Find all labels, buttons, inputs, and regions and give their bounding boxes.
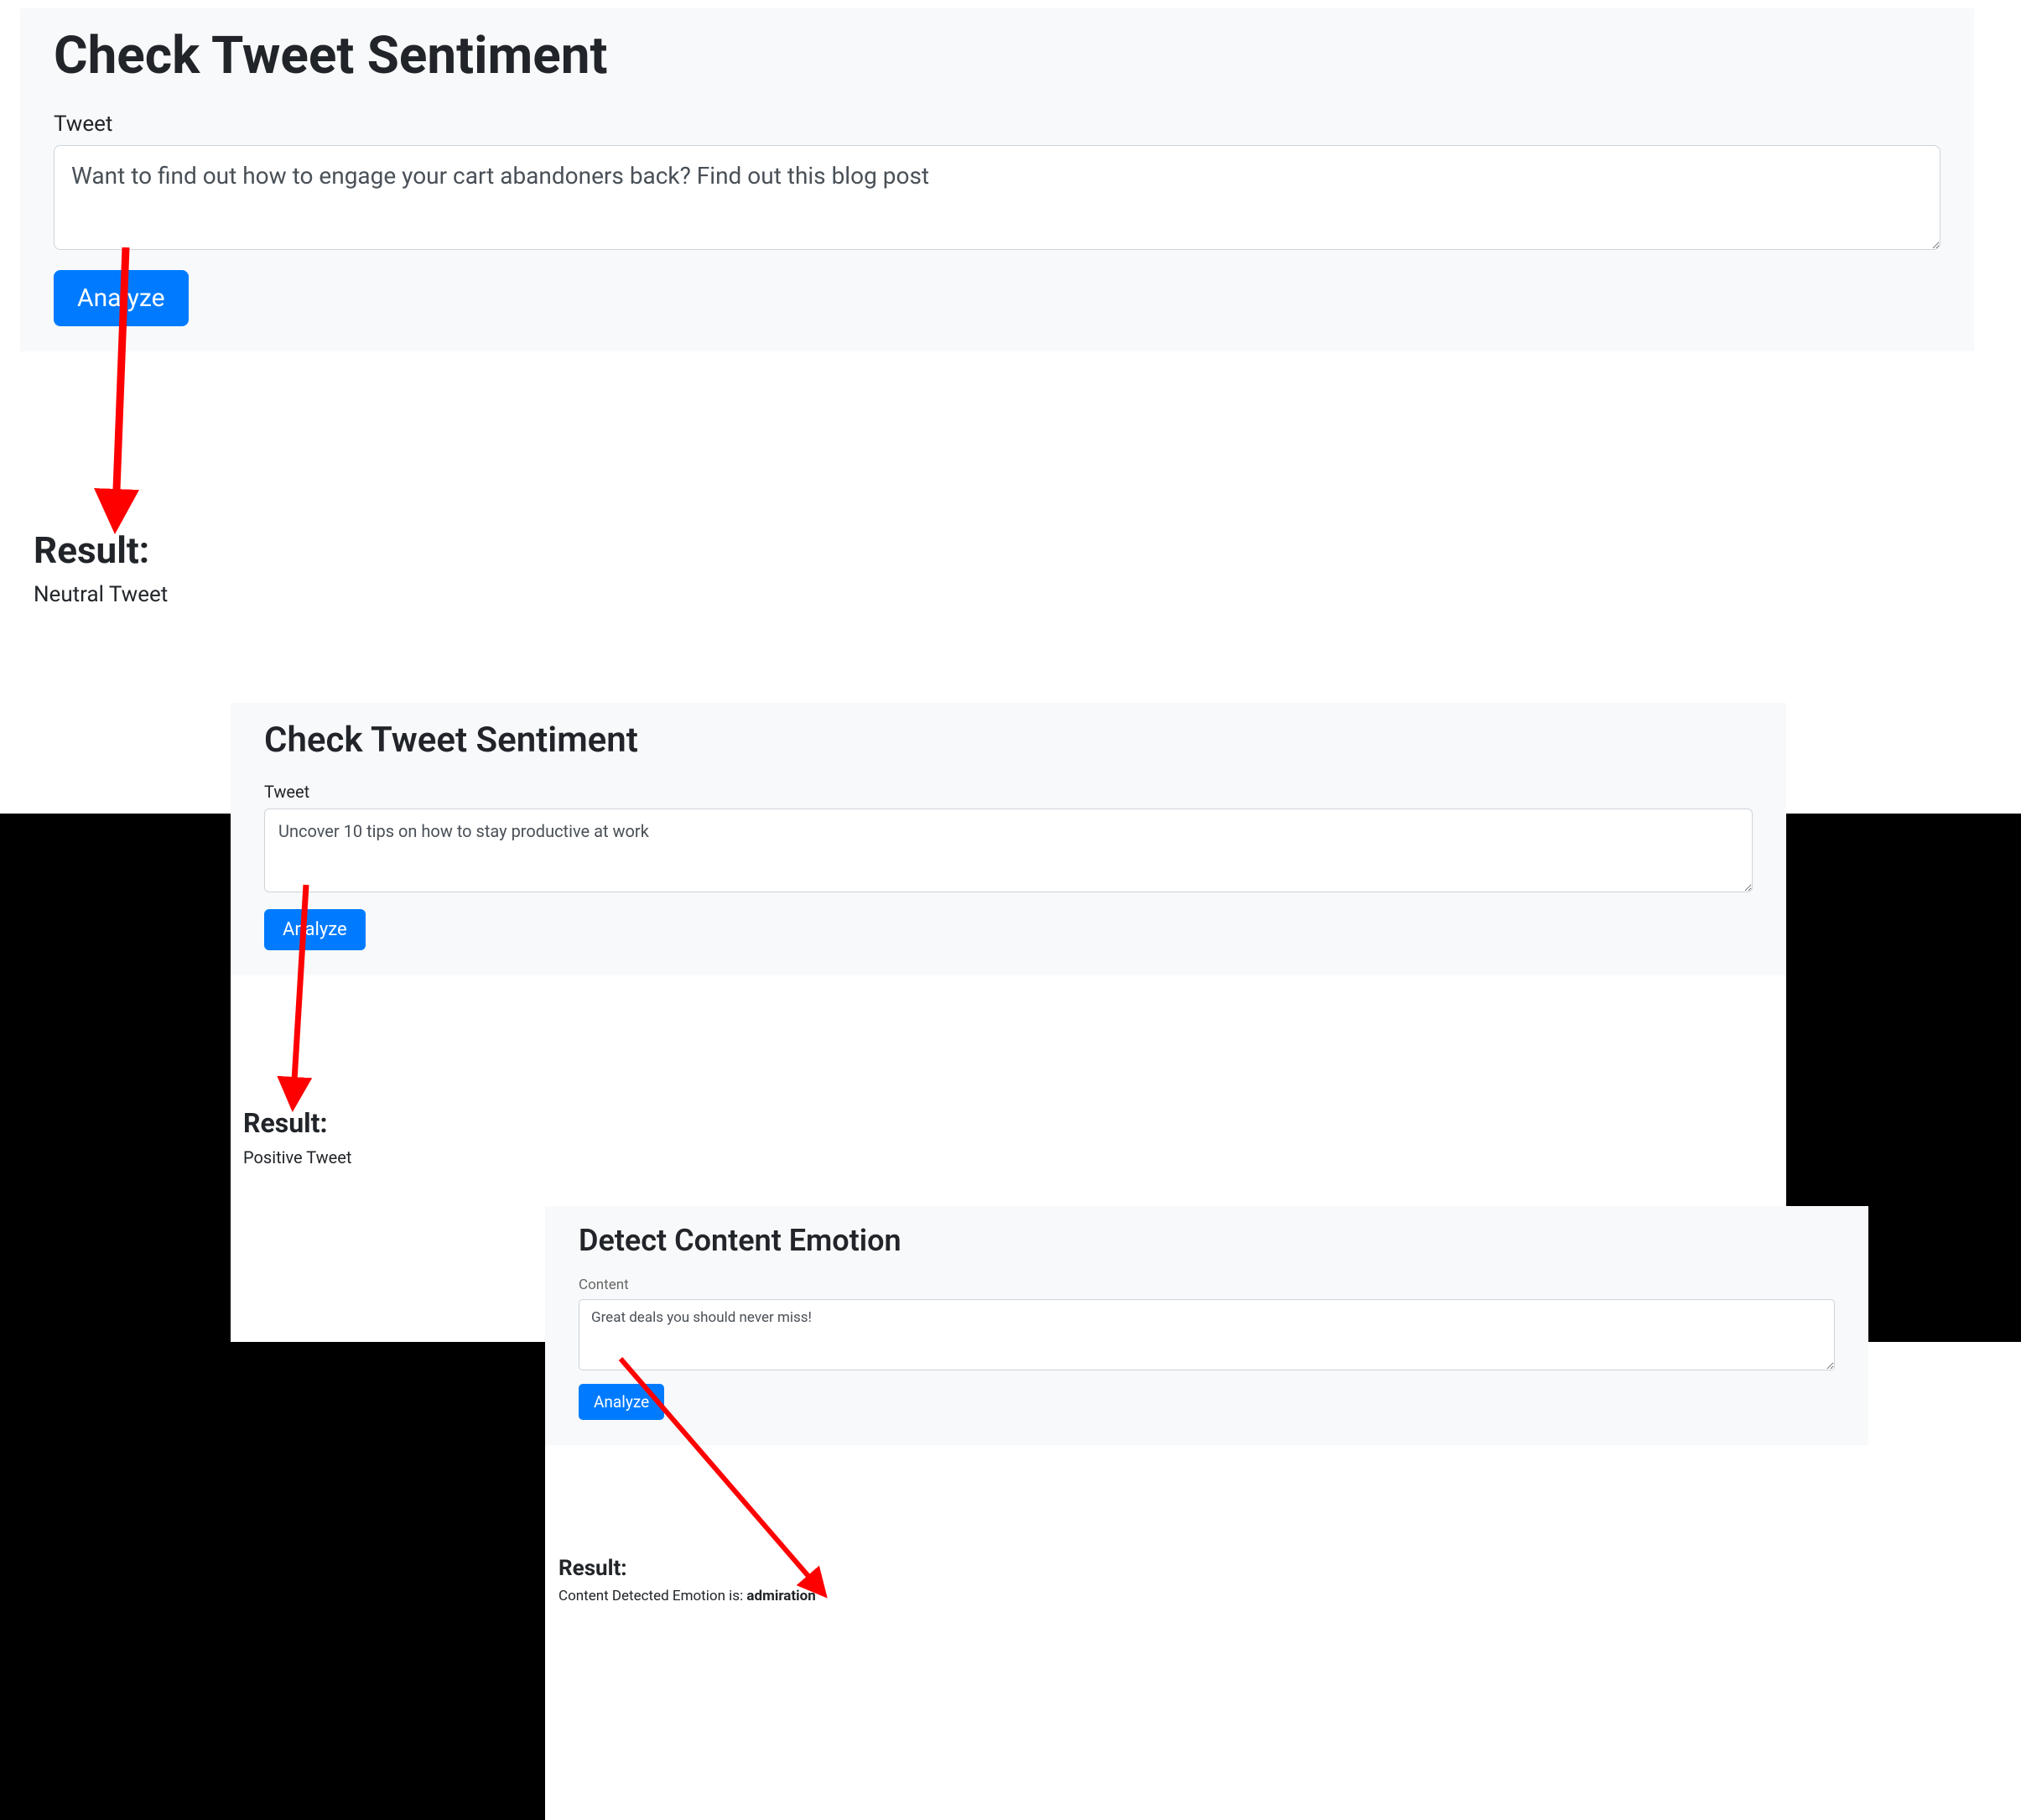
result-block-2: Result: Positive Tweet [243, 1107, 351, 1167]
result-heading: Result: [559, 1556, 816, 1581]
result-heading: Result: [34, 528, 168, 572]
result-emotion: admiration [746, 1588, 815, 1604]
sentiment-panel-2: Check Tweet Sentiment Tweet Analyze [231, 703, 1786, 975]
result-text-prefix: Content Detected Emotion is: [559, 1588, 746, 1604]
result-text: Neutral Tweet [34, 582, 168, 607]
result-block-1: Result: Neutral Tweet [34, 528, 168, 607]
tweet-label: Tweet [54, 112, 1940, 137]
panel-title: Detect Content Emotion [579, 1223, 1835, 1258]
sentiment-panel-1: Check Tweet Sentiment Tweet Analyze [20, 8, 1974, 351]
content-label: Content [579, 1277, 1835, 1293]
content-input[interactable] [579, 1299, 1835, 1370]
tweet-input[interactable] [264, 809, 1753, 892]
result-text: Content Detected Emotion is: admiration [559, 1588, 816, 1604]
result-text: Positive Tweet [243, 1147, 351, 1167]
analyze-button[interactable]: Analyze [579, 1384, 664, 1420]
analyze-button[interactable]: Analyze [54, 270, 189, 326]
black-decoration-bottom [0, 1342, 545, 1820]
black-decoration-left [0, 814, 231, 1342]
result-heading: Result: [243, 1107, 351, 1139]
tweet-label: Tweet [264, 782, 1753, 802]
result-block-3: Result: Content Detected Emotion is: adm… [559, 1556, 816, 1604]
analyze-button[interactable]: Analyze [264, 909, 366, 950]
panel-title: Check Tweet Sentiment [54, 25, 1940, 86]
panel-title: Check Tweet Sentiment [264, 720, 1753, 761]
tweet-input[interactable] [54, 145, 1940, 250]
emotion-panel: Detect Content Emotion Content Analyze [545, 1206, 1868, 1445]
